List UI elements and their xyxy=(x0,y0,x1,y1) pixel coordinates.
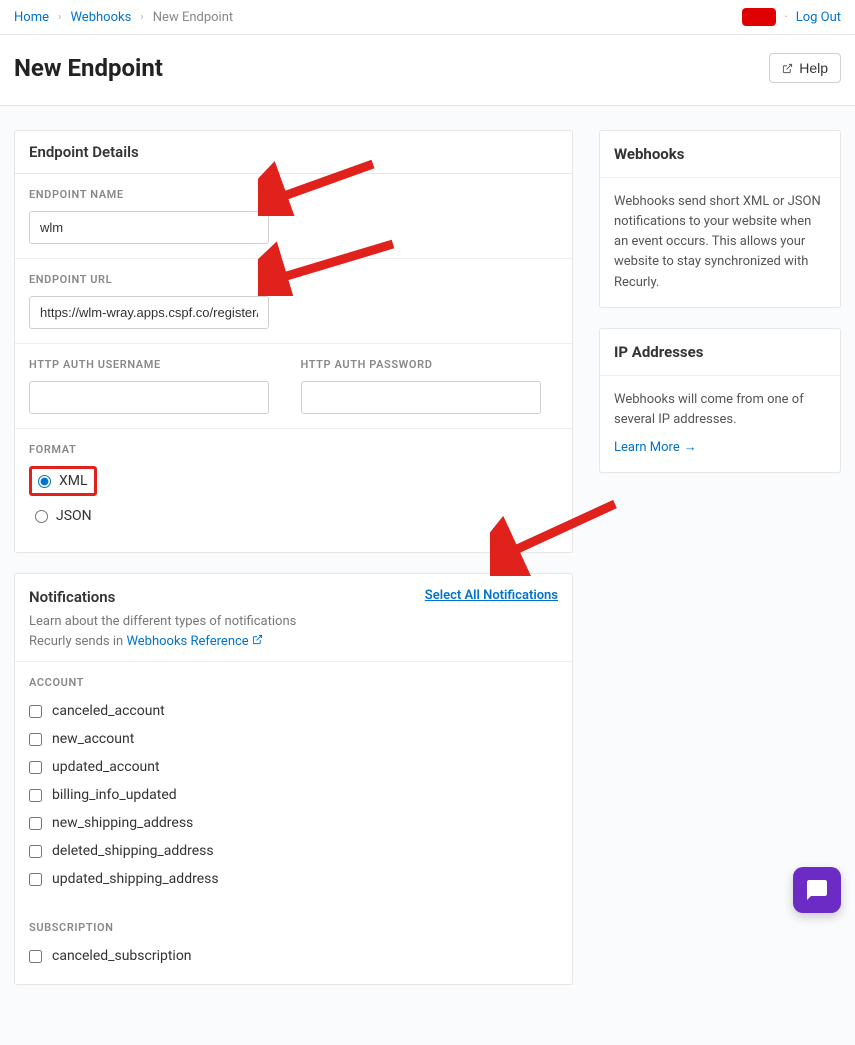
webhooks-info-body: Webhooks send short XML or JSON notifica… xyxy=(600,178,840,307)
field-endpoint-name: ENDPOINT NAME xyxy=(15,174,572,259)
webhooks-reference-link[interactable]: Webhooks Reference xyxy=(126,634,263,649)
field-format: FORMAT XML JSON xyxy=(15,429,572,552)
auth-username-input[interactable] xyxy=(29,381,269,414)
notifications-title: Notifications xyxy=(29,588,339,606)
notification-checkbox-item[interactable]: billing_info_updated xyxy=(29,781,558,809)
top-right: · Log Out xyxy=(742,8,841,26)
ip-info-body: Webhooks will come from one of several I… xyxy=(600,376,840,472)
notification-checkbox-label: updated_account xyxy=(52,759,160,775)
notification-checkbox[interactable] xyxy=(29,873,42,886)
webhooks-info-panel: Webhooks Webhooks send short XML or JSON… xyxy=(599,130,841,308)
ip-info-title: IP Addresses xyxy=(600,329,840,376)
format-radio-json-label: JSON xyxy=(56,508,92,524)
format-radio-xml-label: XML xyxy=(59,473,88,489)
notification-checkbox-label: canceled_subscription xyxy=(52,948,192,964)
notification-groups: ACCOUNT canceled_account new_accountupdate… xyxy=(15,662,572,984)
page-title: New Endpoint xyxy=(14,54,163,82)
notification-group-label: SUBSCRIPTION xyxy=(15,907,572,942)
notification-checkbox-item[interactable]: new_shipping_address xyxy=(29,809,558,837)
format-radio-xml[interactable]: XML xyxy=(32,469,94,493)
notification-checkbox-label: billing_info_updated xyxy=(52,787,177,803)
notification-checkbox-item[interactable]: updated_shipping_address xyxy=(29,865,558,893)
top-bar: Home › Webhooks › New Endpoint · Log Out xyxy=(0,0,855,35)
breadcrumb-current: New Endpoint xyxy=(153,10,233,25)
ip-info-text: Webhooks will come from one of several I… xyxy=(614,390,826,430)
notification-checkbox-item[interactable]: deleted_shipping_address xyxy=(29,837,558,865)
notification-checkbox-label: updated_shipping_address xyxy=(52,871,219,887)
notification-checkbox[interactable] xyxy=(29,761,42,774)
notification-checkbox-label: new_account xyxy=(52,731,134,747)
notification-group-label: ACCOUNT xyxy=(15,662,572,697)
format-radio-xml-input[interactable] xyxy=(38,475,51,488)
logout-link[interactable]: Log Out xyxy=(796,10,841,25)
auth-password-input[interactable] xyxy=(301,381,541,414)
help-button-label: Help xyxy=(799,60,828,76)
endpoint-name-input[interactable] xyxy=(29,211,269,244)
help-button[interactable]: Help xyxy=(769,53,841,83)
format-radio-json[interactable]: JSON xyxy=(29,504,558,528)
notification-checkbox[interactable] xyxy=(29,733,42,746)
page-header: New Endpoint Help xyxy=(0,35,855,106)
notification-checkbox[interactable] xyxy=(29,845,42,858)
format-radio-json-input[interactable] xyxy=(35,510,48,523)
notification-checkbox-item[interactable]: canceled_account xyxy=(29,697,558,725)
dot-separator: · xyxy=(784,10,787,25)
notification-checkbox[interactable] xyxy=(29,817,42,830)
breadcrumb-separator: › xyxy=(58,12,61,23)
external-link-icon xyxy=(782,63,793,74)
auth-password-label: HTTP AUTH PASSWORD xyxy=(301,358,559,371)
notification-checkbox[interactable] xyxy=(29,705,42,718)
right-column: Webhooks Webhooks send short XML or JSON… xyxy=(599,130,841,493)
endpoint-details-panel: Endpoint Details ENDPOINT NAME ENDPOINT … xyxy=(14,130,573,553)
notification-checkbox-item[interactable]: canceled_subscription xyxy=(29,942,558,970)
external-link-icon xyxy=(252,634,263,645)
panel-header: Endpoint Details xyxy=(15,131,572,174)
left-column: Endpoint Details ENDPOINT NAME ENDPOINT … xyxy=(14,130,573,1005)
auth-username-label: HTTP AUTH USERNAME xyxy=(29,358,287,371)
notification-checkbox[interactable] xyxy=(29,789,42,802)
field-endpoint-url: ENDPOINT URL xyxy=(15,259,572,344)
notification-checkbox-label: new_shipping_address xyxy=(52,815,193,831)
webhooks-info-title: Webhooks xyxy=(600,131,840,178)
notification-checkbox-item[interactable]: new_account xyxy=(29,725,558,753)
notifications-header: Notifications Learn about the different … xyxy=(15,574,572,662)
breadcrumb-home[interactable]: Home xyxy=(14,10,49,25)
chat-icon xyxy=(805,878,829,902)
notifications-panel: Notifications Learn about the different … xyxy=(14,573,573,985)
breadcrumb-separator: › xyxy=(141,12,144,23)
select-all-notifications-link[interactable]: Select All Notifications xyxy=(425,588,558,603)
main-content: Endpoint Details ENDPOINT NAME ENDPOINT … xyxy=(0,106,855,1045)
notification-group-list: canceled_account new_account updated_accou… xyxy=(15,697,572,907)
notification-checkbox[interactable] xyxy=(29,950,42,963)
notification-group-list: canceled_subscription xyxy=(15,942,572,984)
breadcrumb: Home › Webhooks › New Endpoint xyxy=(14,10,233,25)
breadcrumb-webhooks[interactable]: Webhooks xyxy=(70,10,131,25)
field-auth: HTTP AUTH USERNAME HTTP AUTH PASSWORD xyxy=(15,344,572,429)
account-badge[interactable] xyxy=(742,8,776,26)
chat-widget-button[interactable] xyxy=(793,867,841,913)
arrow-right-icon: → xyxy=(684,438,697,458)
notification-checkbox-label: canceled_account xyxy=(52,703,165,719)
format-label: FORMAT xyxy=(29,443,558,456)
endpoint-url-input[interactable] xyxy=(29,296,269,329)
endpoint-name-label: ENDPOINT NAME xyxy=(29,188,558,201)
ip-addresses-panel: IP Addresses Webhooks will come from one… xyxy=(599,328,841,473)
endpoint-url-label: ENDPOINT URL xyxy=(29,273,558,286)
learn-more-link[interactable]: Learn More → xyxy=(614,438,697,458)
notification-checkbox-item[interactable]: updated_account xyxy=(29,753,558,781)
notification-checkbox-label: deleted_shipping_address xyxy=(52,843,214,859)
notifications-subtitle: Learn about the different types of notif… xyxy=(29,612,339,651)
